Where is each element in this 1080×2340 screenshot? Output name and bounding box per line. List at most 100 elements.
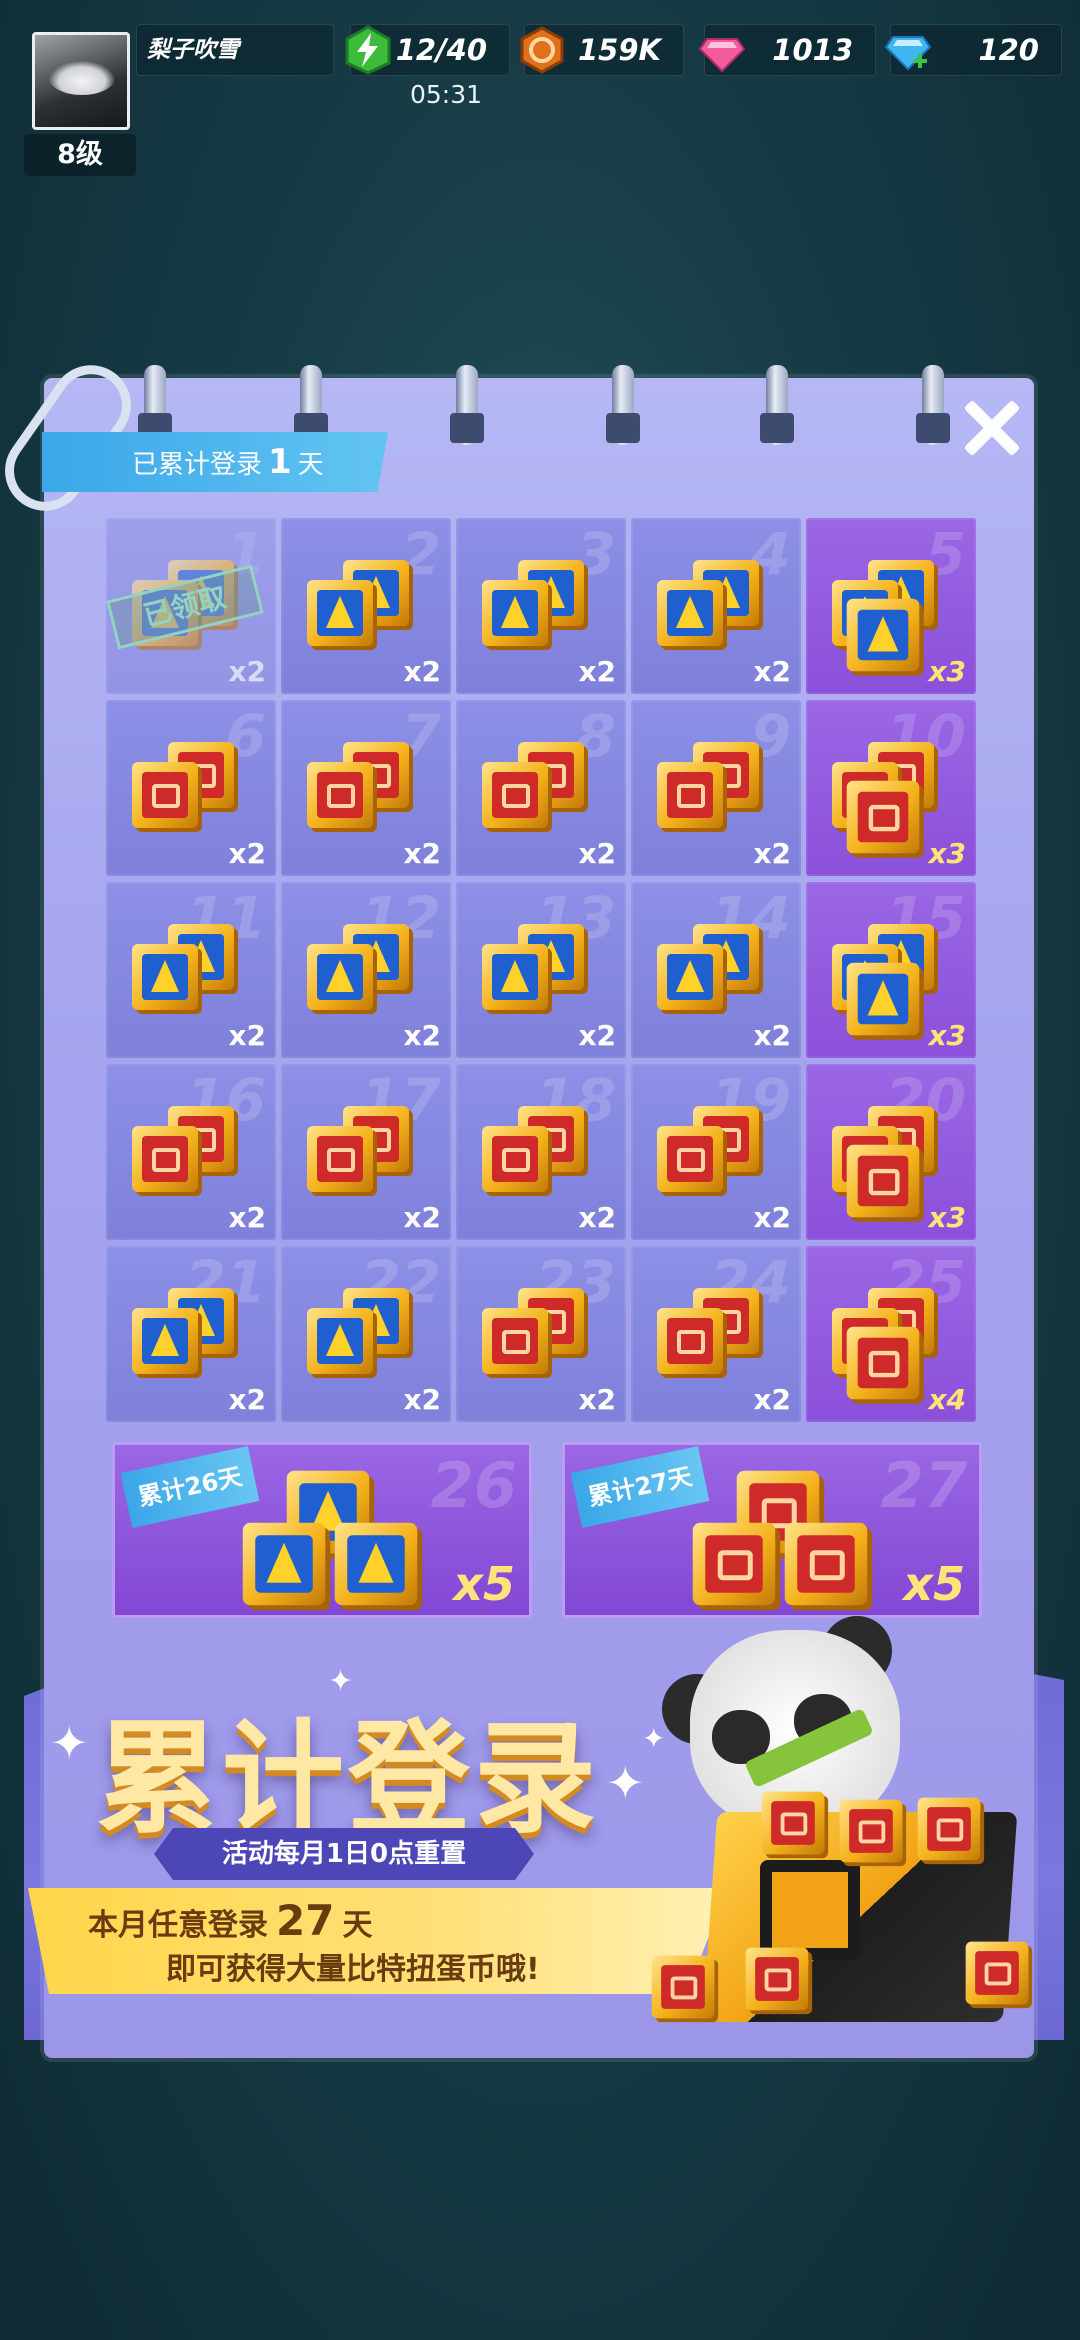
capsule-cube-icon bbox=[482, 1126, 548, 1192]
reward-cell-day-15[interactable]: 15 x3 bbox=[806, 882, 976, 1058]
capsule-cube-icon bbox=[784, 1522, 868, 1606]
reward-cell-day-4[interactable]: 4 x2 bbox=[631, 518, 801, 694]
capsule-cube-icon bbox=[307, 1308, 373, 1374]
close-button[interactable] bbox=[960, 398, 1020, 458]
capsule-cube-icon bbox=[917, 1797, 981, 1861]
reward-cell-day-25[interactable]: 25 x4 bbox=[806, 1246, 976, 1422]
bonus-quantity: x5 bbox=[453, 1557, 515, 1611]
reward-cell-day-21[interactable]: 21 x2 bbox=[106, 1246, 276, 1422]
pink-gem-counter[interactable]: 1013 bbox=[698, 24, 876, 76]
reward-quantity: x2 bbox=[578, 837, 616, 870]
reward-quantity: x2 bbox=[578, 655, 616, 688]
capsule-cube-icon bbox=[846, 598, 920, 672]
reward-cell-day-9[interactable]: 9 x2 bbox=[631, 700, 801, 876]
reward-quantity: x2 bbox=[228, 1019, 266, 1052]
reward-quantity: x2 bbox=[578, 1019, 616, 1052]
capsule-cube-icon bbox=[657, 1308, 723, 1374]
binder-ring bbox=[450, 365, 484, 445]
pink-gem-value: 1013 bbox=[772, 33, 853, 67]
capsule-cube-icon bbox=[132, 1308, 198, 1374]
capsule-cube-icon bbox=[846, 780, 920, 854]
reward-cell-day-7[interactable]: 7 x2 bbox=[281, 700, 451, 876]
capsule-cube-icon bbox=[482, 1308, 548, 1374]
bonus-reward-day-26[interactable]: 26 累计26天 x5 bbox=[112, 1442, 532, 1618]
bonus-day-number: 27 bbox=[880, 1449, 967, 1522]
reward-quantity: x2 bbox=[753, 655, 791, 688]
energy-timer: 05:31 bbox=[410, 80, 483, 109]
ribbon-prefix: 本月任意登录 bbox=[88, 1908, 268, 1943]
ribbon-suffix: 天 bbox=[342, 1908, 373, 1943]
reward-quantity: x2 bbox=[753, 1383, 791, 1416]
capsule-cube-icon bbox=[307, 1126, 373, 1192]
reward-quantity: x2 bbox=[578, 1383, 616, 1416]
capsule-cube-icon bbox=[482, 762, 548, 828]
blue-gem-counter[interactable]: 120 bbox=[884, 24, 1062, 76]
capsule-cube-icon bbox=[745, 1947, 809, 2011]
capsule-cube-icon bbox=[657, 762, 723, 828]
sparkle-icon: ✦ bbox=[606, 1756, 645, 1810]
reward-cell-day-8[interactable]: 8 x2 bbox=[456, 700, 626, 876]
reward-quantity: x2 bbox=[228, 837, 266, 870]
pink-diamond-icon bbox=[698, 38, 746, 73]
reward-cell-day-20[interactable]: 20 x3 bbox=[806, 1064, 976, 1240]
reward-quantity: x3 bbox=[928, 1201, 966, 1234]
player-name: 梨子吹雪 bbox=[136, 24, 334, 76]
reward-quantity: x2 bbox=[403, 1019, 441, 1052]
ribbon-line-2: 即可获得大量比特扭蛋币哦! bbox=[166, 1952, 540, 1987]
reward-cell-day-18[interactable]: 18 x2 bbox=[456, 1064, 626, 1240]
bonus-reward-day-27[interactable]: 27 累计27天 x5 bbox=[562, 1442, 982, 1618]
capsule-cube-icon bbox=[334, 1522, 418, 1606]
coin-value: 159K bbox=[577, 33, 661, 67]
reward-cell-day-24[interactable]: 24 x2 bbox=[631, 1246, 801, 1422]
reward-quantity: x3 bbox=[928, 1019, 966, 1052]
reward-quantity: x2 bbox=[228, 1201, 266, 1234]
reward-cell-day-13[interactable]: 13 x2 bbox=[456, 882, 626, 1058]
reward-cell-day-6[interactable]: 6 x2 bbox=[106, 700, 276, 876]
bonus-tag: 累计26天 bbox=[120, 1446, 260, 1528]
reward-cell-day-14[interactable]: 14 x2 bbox=[631, 882, 801, 1058]
reward-cell-day-1[interactable]: 1 x2 已领取 bbox=[106, 518, 276, 694]
reward-quantity: x3 bbox=[928, 837, 966, 870]
bonus-tag: 累计27天 bbox=[570, 1446, 710, 1528]
reward-cell-day-23[interactable]: 23 x2 bbox=[456, 1246, 626, 1422]
capsule-cube-icon bbox=[307, 944, 373, 1010]
capsule-cube-icon bbox=[965, 1941, 1029, 2005]
reward-cell-day-5[interactable]: 5 x3 bbox=[806, 518, 976, 694]
reward-grid: 1 x2 已领取 2 x2 3 x2 4 x2 5 x3 6 x2 7 x2 8 x2 9 x2 10 x3 11 x2 12… bbox=[106, 518, 976, 1424]
capsule-cube-icon bbox=[132, 762, 198, 828]
binder-ring bbox=[606, 365, 640, 445]
reward-quantity: x2 bbox=[403, 1383, 441, 1416]
capsule-cube-icon bbox=[846, 1326, 920, 1400]
reward-cell-day-19[interactable]: 19 x2 bbox=[631, 1064, 801, 1240]
reward-quantity: x2 bbox=[753, 1201, 791, 1234]
sparkle-icon: ✦ bbox=[328, 1664, 354, 1699]
capsule-cube-icon bbox=[132, 944, 198, 1010]
reward-cell-day-10[interactable]: 10 x3 bbox=[806, 700, 976, 876]
top-hud: 8级 梨子吹雪 12/40 05:31 159K 1013 120 bbox=[0, 0, 1080, 190]
reward-quantity: x2 bbox=[228, 655, 266, 688]
reward-cell-day-11[interactable]: 11 x2 bbox=[106, 882, 276, 1058]
binder-ring bbox=[916, 365, 950, 445]
reset-note: 活动每月1日0点重置 bbox=[154, 1828, 534, 1880]
reward-cell-day-12[interactable]: 12 x2 bbox=[281, 882, 451, 1058]
reward-quantity: x3 bbox=[928, 655, 966, 688]
reward-cell-day-22[interactable]: 22 x2 bbox=[281, 1246, 451, 1422]
capsule-cube-icon bbox=[651, 1955, 715, 2019]
login-days: 1 bbox=[268, 442, 292, 482]
capsule-cube-icon bbox=[242, 1522, 326, 1606]
ribbon-line-1: 本月任意登录 27 天 bbox=[88, 1896, 372, 1945]
blue-gem-value: 120 bbox=[978, 33, 1039, 67]
chest-lock-icon bbox=[760, 1860, 860, 1960]
reward-quantity: x2 bbox=[753, 1019, 791, 1052]
capsule-cube-icon bbox=[307, 762, 373, 828]
reward-cell-day-17[interactable]: 17 x2 bbox=[281, 1064, 451, 1240]
coin-counter[interactable]: 159K bbox=[520, 24, 684, 76]
coin-icon bbox=[520, 26, 564, 74]
login-prefix: 已累计登录 bbox=[132, 450, 263, 480]
reward-cell-day-2[interactable]: 2 x2 bbox=[281, 518, 451, 694]
reward-cell-day-16[interactable]: 16 x2 bbox=[106, 1064, 276, 1240]
player-avatar[interactable] bbox=[32, 32, 130, 130]
ribbon-days: 27 bbox=[276, 1896, 335, 1945]
reward-cell-day-3[interactable]: 3 x2 bbox=[456, 518, 626, 694]
energy-counter[interactable]: 12/40 bbox=[345, 24, 510, 76]
